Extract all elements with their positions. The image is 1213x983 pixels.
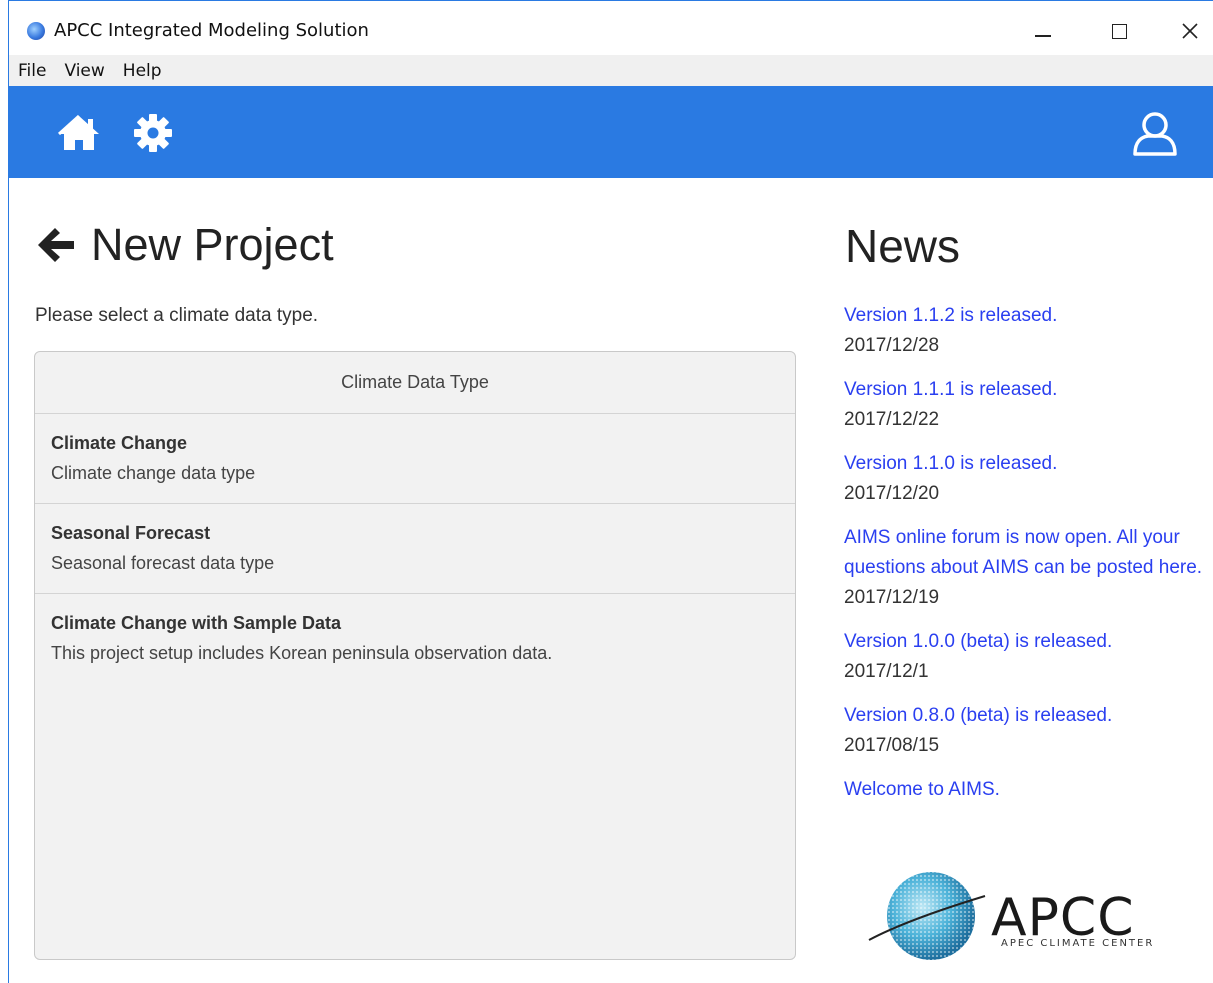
news-link[interactable]: Version 1.1.0 is released. — [844, 449, 1213, 479]
news-link[interactable]: Welcome to AIMS. — [844, 775, 1213, 805]
type-description: This project setup includes Korean penin… — [51, 643, 553, 663]
minimize-button[interactable] — [1019, 11, 1067, 51]
menu-help[interactable]: Help — [114, 61, 171, 81]
logo-subtitle: APEC CLIMATE CENTER — [1001, 938, 1155, 949]
maximize-icon — [1111, 23, 1127, 39]
globe-logo-icon — [868, 872, 986, 960]
title-bar[interactable]: APCC Integrated Modeling Solution — [9, 1, 1213, 55]
type-item-climate-change[interactable]: Climate Change Climate change data type — [35, 414, 795, 504]
gear-icon[interactable] — [133, 113, 173, 153]
type-item-climate-change-sample[interactable]: Climate Change with Sample Data This pro… — [35, 594, 795, 684]
climate-data-type-panel: Climate Data Type Climate Change Climate… — [34, 351, 796, 960]
news-link[interactable]: Version 0.8.0 (beta) is released. — [844, 701, 1213, 731]
news-item: Welcome to AIMS. — [844, 775, 1213, 805]
menu-file[interactable]: File — [9, 61, 55, 81]
news-item: Version 1.1.1 is released. 2017/12/22 — [844, 375, 1213, 435]
news-date: 2017/12/20 — [844, 483, 940, 504]
news-link[interactable]: AIMS online forum is now open. All your … — [844, 523, 1213, 583]
news-list: Version 1.1.2 is released. 2017/12/28 Ve… — [844, 301, 1213, 819]
back-arrow-icon[interactable] — [35, 224, 77, 266]
type-name: Climate Change with Sample Data — [51, 613, 342, 633]
panel-header: Climate Data Type — [35, 352, 795, 414]
menu-view[interactable]: View — [55, 61, 113, 81]
type-item-seasonal-forecast[interactable]: Seasonal Forecast Seasonal forecast data… — [35, 504, 795, 594]
close-icon — [1182, 23, 1198, 39]
maximize-button[interactable] — [1095, 11, 1143, 51]
window-title: APCC Integrated Modeling Solution — [54, 20, 369, 41]
app-window: APCC Integrated Modeling Solution File V… — [8, 0, 1213, 983]
news-link[interactable]: Version 1.0.0 (beta) is released. — [844, 627, 1213, 657]
news-date: 2017/08/15 — [844, 735, 940, 756]
news-link[interactable]: Version 1.1.2 is released. — [844, 301, 1213, 331]
news-date: 2017/12/28 — [844, 335, 940, 356]
page-title: New Project — [35, 219, 334, 271]
type-description: Seasonal forecast data type — [51, 553, 275, 573]
apcc-logo: APCC APEC CLIMATE CENTER — [859, 866, 1159, 966]
minimize-icon — [1035, 35, 1051, 37]
instruction-text: Please select a climate data type. — [35, 305, 319, 326]
page-title-text: New Project — [91, 219, 334, 270]
news-date: 2017/12/1 — [844, 661, 929, 682]
news-title: News — [845, 220, 961, 272]
news-link[interactable]: Version 1.1.1 is released. — [844, 375, 1213, 405]
news-item: Version 1.0.0 (beta) is released. 2017/1… — [844, 627, 1213, 687]
news-item: AIMS online forum is now open. All your … — [844, 523, 1213, 613]
news-item: Version 0.8.0 (beta) is released. 2017/0… — [844, 701, 1213, 761]
type-description: Climate change data type — [51, 463, 256, 483]
news-date: 2017/12/22 — [844, 409, 940, 430]
app-logo-icon — [27, 22, 45, 40]
toolbar — [9, 86, 1213, 178]
user-icon[interactable] — [1129, 108, 1181, 160]
close-button[interactable] — [1166, 11, 1213, 51]
home-icon[interactable] — [57, 113, 101, 153]
news-date: 2017/12/19 — [844, 587, 940, 608]
type-name: Seasonal Forecast — [51, 523, 211, 543]
type-name: Climate Change — [51, 433, 188, 453]
news-item: Version 1.1.0 is released. 2017/12/20 — [844, 449, 1213, 509]
news-item: Version 1.1.2 is released. 2017/12/28 — [844, 301, 1213, 361]
menu-bar: File View Help — [9, 55, 1213, 86]
